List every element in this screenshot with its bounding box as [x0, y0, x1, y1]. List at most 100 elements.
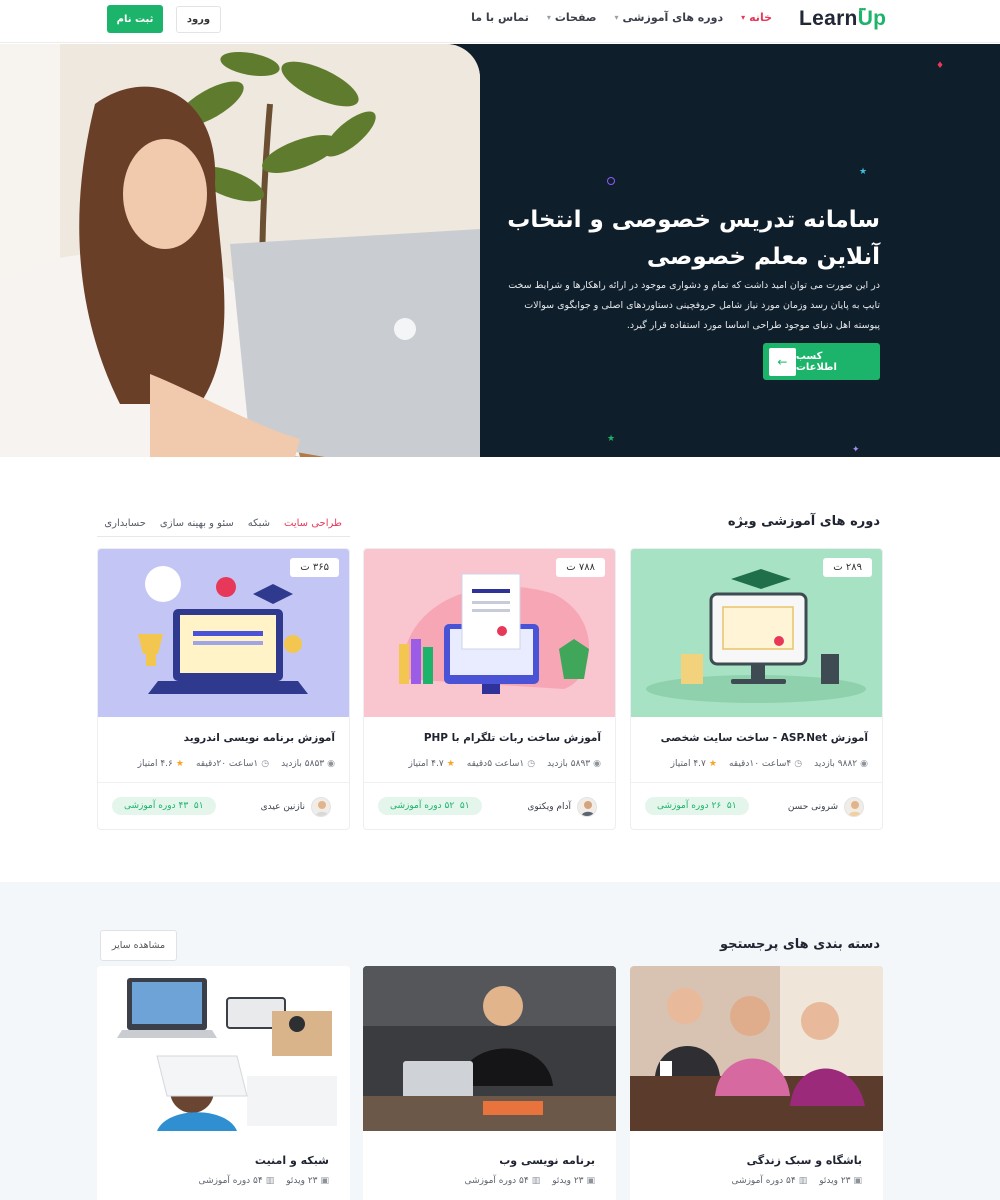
category-videos: ۲۳ ویدئو: [819, 1176, 851, 1186]
badge-label: ۲۶ دوره آموزشی: [657, 801, 722, 811]
book-icon: ▥: [531, 1176, 541, 1186]
clock-icon: ◷: [261, 759, 270, 769]
tab-seo[interactable]: سئو و بهینه سازی: [160, 518, 234, 529]
hero-title: سامانه تدریس خصوصی و انتخاب آنلاین معلم …: [507, 207, 880, 270]
course-card[interactable]: ۷۸۸ ت آموزش ساخت ربات تلگرام با PHP ◉ ۵۸۹…: [363, 548, 616, 830]
eye-icon: ◉: [593, 759, 601, 769]
category-image-desk-devices: [97, 966, 350, 1131]
course-price: ۳۶۵ ت: [290, 558, 339, 577]
course-meta: ◉ ۵۸۹۳ بازدید ◷ ۱ساعت ۵دقیقه ★ ۴.۷ امتیاز: [408, 759, 601, 769]
star-icon: ★: [175, 759, 184, 769]
view-more-button[interactable]: مشاهده سایر: [100, 930, 177, 961]
chevron-down-icon: ▾: [614, 13, 619, 22]
course-rating: ۴.۶ امتیاز: [137, 759, 173, 769]
course-views: ۹۸۸۲ بازدید: [814, 759, 858, 769]
course-title[interactable]: آموزش برنامه نویسی اندروید: [184, 732, 335, 744]
avatar: [844, 797, 864, 817]
arrow-left-icon: ←: [769, 347, 796, 376]
more-info-button[interactable]: ← کسب اطلاعات: [763, 343, 880, 380]
hero-illustration: [0, 44, 480, 457]
tab-accounting[interactable]: حسابداری: [104, 518, 146, 529]
sparkle-decor-icon: ✦: [852, 445, 860, 455]
course-card[interactable]: ۲۸۹ ت آموزش ASP.Net - ساخت سایت شخصی ◉ ۹۸…: [630, 548, 883, 830]
author-name: شرونی حسن: [787, 802, 838, 812]
author-name: آدام ویکتوی: [527, 802, 571, 812]
course-price: ۷۸۸ ت: [556, 558, 605, 577]
course-count-badge: ۵۱ ۲۶ دوره آموزشی: [645, 797, 749, 815]
register-button[interactable]: ثبت نام: [107, 5, 163, 33]
nav-label: صفحات: [554, 11, 597, 24]
clock-icon: ◷: [527, 759, 536, 769]
popular-categories-title: دسته بندی های پرجستجو: [719, 937, 880, 952]
login-button[interactable]: ورود: [176, 6, 221, 33]
category-courses: ۵۴ دوره آموزشی: [198, 1176, 263, 1186]
course-author[interactable]: نازنین عیدی: [261, 797, 331, 817]
badge-count: ۵۱: [726, 801, 737, 811]
category-card[interactable]: برنامه نویسی وب ▣ ۲۳ ویدئو ▥ ۵۴ دوره آموزش…: [363, 966, 616, 1200]
course-title[interactable]: آموزش ASP.Net - ساخت سایت شخصی: [661, 732, 868, 744]
star-icon: ★: [446, 759, 455, 769]
category-courses: ۵۴ دوره آموزشی: [464, 1176, 529, 1186]
category-meta: ▣ ۲۳ ویدئو ▥ ۵۴ دوره آموزشی: [199, 1176, 329, 1186]
main-nav: خانه ▾ دوره های آموزشی ▾ صفحات ▾ تماس با…: [471, 11, 772, 24]
category-card[interactable]: باشگاه و سبک زندگی ▣ ۲۳ ویدئو ▥ ۵۴ دوره آم…: [630, 966, 883, 1200]
course-price: ۲۸۹ ت: [823, 558, 872, 577]
course-duration: ۱ساعت ۲۰دقیقه: [195, 759, 259, 769]
book-icon: ▥: [798, 1176, 808, 1186]
star-icon: ★: [708, 759, 717, 769]
avatar: [577, 797, 597, 817]
logo-text-main: Learn: [799, 7, 858, 30]
course-author[interactable]: آدام ویکتوی: [527, 797, 597, 817]
course-views: ۵۸۵۳ بازدید: [281, 759, 325, 769]
sparkle-decor-icon: ♦: [936, 61, 945, 71]
video-icon: ▣: [586, 1176, 595, 1186]
nav-label: خانه: [749, 11, 772, 24]
eye-icon: ◉: [327, 759, 335, 769]
chevron-down-icon: ▾: [741, 13, 746, 22]
card-divider: [631, 782, 882, 783]
eye-icon: ◉: [860, 759, 868, 769]
logo-dots-icon: •••: [858, 4, 867, 14]
category-videos: ۲۳ ویدئو: [286, 1176, 318, 1186]
tab-web-design[interactable]: طراحی سایت: [284, 518, 342, 529]
course-views: ۵۸۹۳ بازدید: [547, 759, 591, 769]
course-rating: ۴.۷ امتیاز: [408, 759, 444, 769]
card-divider: [98, 782, 349, 783]
course-category-tabs: طراحی سایت شبکه سئو و بهینه سازی حسابدار…: [97, 510, 350, 537]
badge-label: ۴۳ دوره آموزشی: [124, 801, 189, 811]
chevron-down-icon: ▾: [546, 13, 551, 22]
badge-label: ۵۲ دوره آموزشی: [390, 801, 455, 811]
category-title[interactable]: شبکه و امنیت: [255, 1154, 329, 1167]
badge-count: ۵۱: [459, 801, 470, 811]
clock-icon: ◷: [794, 759, 803, 769]
category-meta: ▣ ۲۳ ویدئو ▥ ۵۴ دوره آموزشی: [465, 1176, 595, 1186]
nav-label: تماس با ما: [471, 11, 529, 24]
course-meta: ◉ ۹۸۸۲ بازدید ◷ ۴ساعت ۱۰دقیقه ★ ۴.۷ امتیاز: [671, 759, 868, 769]
course-meta: ◉ ۵۸۵۳ بازدید ◷ ۱ساعت ۲۰دقیقه ★ ۴.۶ امتیاز: [138, 759, 335, 769]
author-name: نازنین عیدی: [260, 802, 305, 812]
nav-item-home[interactable]: خانه ▾: [741, 11, 772, 24]
site-header: Learn ••• Up خانه ▾ دوره های آموزشی ▾ صفحا…: [0, 0, 1000, 43]
category-card[interactable]: شبکه و امنیت ▣ ۲۳ ویدئو ▥ ۵۴ دوره آموزشی: [97, 966, 350, 1200]
video-icon: ▣: [320, 1176, 329, 1186]
site-logo[interactable]: Learn ••• Up: [799, 4, 886, 31]
ring-decor-icon: [607, 177, 615, 185]
course-card[interactable]: ۳۶۵ ت آموزش برنامه نویسی اندروید ◉ ۵۸۵۳ ب…: [97, 548, 350, 830]
nav-item-pages[interactable]: صفحات ▾: [547, 11, 597, 24]
hero-description: در این صورت می توان امید داشت که تمام و …: [508, 280, 880, 331]
badge-count: ۵۱: [193, 801, 204, 811]
category-meta: ▣ ۲۳ ویدئو ▥ ۵۴ دوره آموزشی: [732, 1176, 862, 1186]
nav-item-contact[interactable]: تماس با ما: [471, 11, 529, 24]
course-duration: ۱ساعت ۵دقیقه: [466, 759, 525, 769]
nav-item-courses[interactable]: دوره های آموزشی ▾: [615, 11, 724, 24]
more-info-label: کسب اطلاعات: [795, 350, 837, 373]
tab-network[interactable]: شبکه: [248, 518, 270, 529]
hero-photo-woman-with-laptop: [0, 44, 480, 457]
category-title[interactable]: برنامه نویسی وب: [499, 1154, 595, 1167]
video-icon: ▣: [853, 1176, 862, 1186]
category-image-woman-laptop: [363, 966, 616, 1131]
avatar: [311, 797, 331, 817]
course-title[interactable]: آموزش ساخت ربات تلگرام با PHP: [424, 732, 601, 744]
category-title[interactable]: باشگاه و سبک زندگی: [747, 1154, 862, 1167]
course-author[interactable]: شرونی حسن: [788, 797, 864, 817]
